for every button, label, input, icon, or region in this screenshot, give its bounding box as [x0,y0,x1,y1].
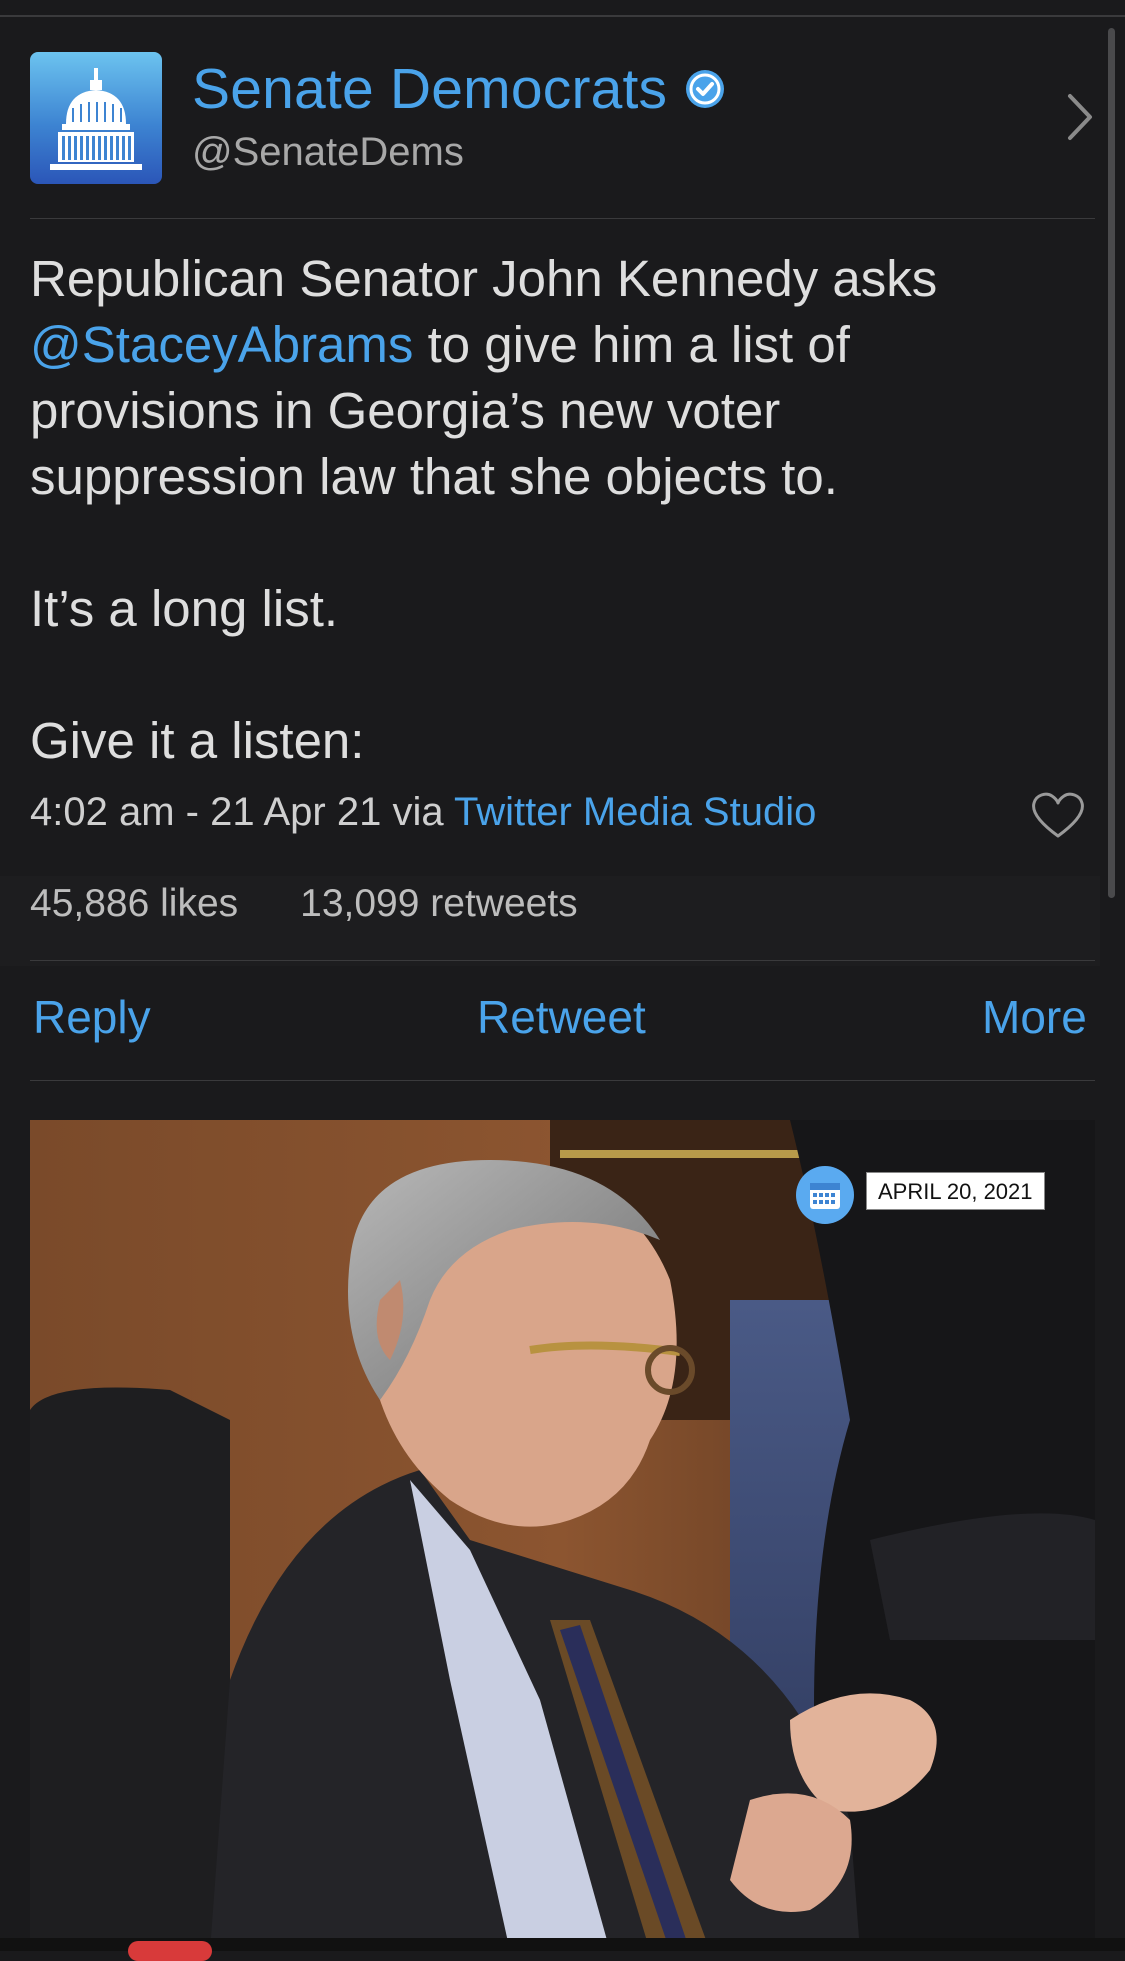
tweet-header[interactable]: Senate Democrats @SenateDems [0,40,1125,220]
more-button[interactable]: More [982,990,1087,1044]
tweet-line: It’s a long list. [30,580,339,637]
tweet-timestamp: 4:02 am - 21 Apr 21 via Twitter Media St… [30,790,816,835]
capitol-dome-icon [50,68,142,170]
top-separator [0,15,1125,17]
video-thumbnail[interactable]: APRIL 20, 2021 [30,1120,1095,1951]
video-frame-image [30,1120,1095,1951]
notification-tab[interactable] [128,1941,212,1961]
tweet-text: Republican Senator John Kennedy asks @St… [30,246,1090,774]
tweet-stats: 45,886 likes 13,099 retweets [30,882,578,926]
chevron-right-icon[interactable] [1066,92,1094,142]
user-handle[interactable]: @SenateDems [192,130,464,175]
tweet-line: Give it a listen: [30,712,365,769]
calendar-icon [796,1166,854,1224]
source-link[interactable]: Twitter Media Studio [454,790,816,834]
avatar[interactable] [30,52,162,184]
name-row[interactable]: Senate Democrats [192,56,725,122]
divider [30,218,1095,219]
divider [30,1080,1095,1081]
reply-button[interactable]: Reply [33,990,151,1044]
date-badge: APRIL 20, 2021 [866,1172,1045,1210]
mention-link[interactable]: @StaceyAbrams [30,316,413,373]
tweet-line: Republican Senator John Kennedy asks [30,246,1090,312]
retweet-button[interactable]: Retweet [477,990,646,1044]
tweet-text-segment: Republican Senator John Kennedy asks [30,250,938,307]
divider [30,960,1095,961]
verified-badge-icon [686,70,725,108]
timestamp-text: 4:02 am - 21 Apr 21 via [30,790,454,834]
tweet-text-segment: to give him a list of [413,316,850,373]
tweet-line: @StaceyAbrams to give him a list of [30,312,1090,378]
action-bar: Reply Retweet More [0,990,1125,1050]
retweets-count[interactable]: 13,099 retweets [300,882,578,926]
tweet-line: suppression law that she objects to. [30,448,838,505]
tweet-line: provisions in Georgia’s new voter [30,382,781,439]
display-name[interactable]: Senate Democrats [192,56,667,122]
heart-icon[interactable] [1030,790,1086,840]
likes-count[interactable]: 45,886 likes [30,882,238,926]
